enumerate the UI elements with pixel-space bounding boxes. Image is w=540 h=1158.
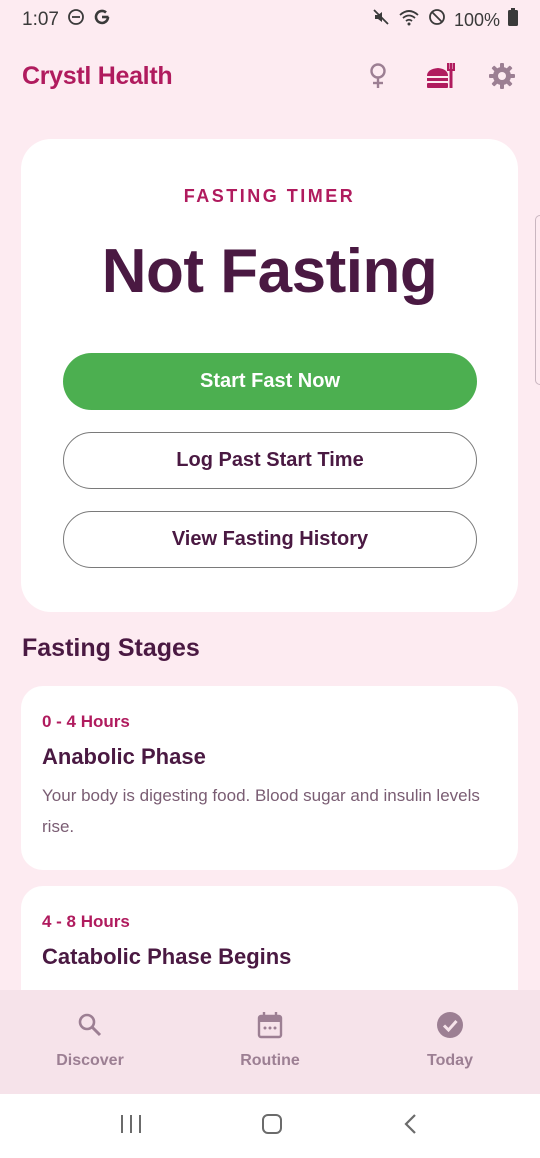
- google-icon: [93, 8, 111, 32]
- back-icon[interactable]: [401, 1112, 421, 1141]
- timer-label: FASTING TIMER: [183, 186, 356, 206]
- status-bar: 1:07 100%: [0, 0, 540, 40]
- app-header: Crystl Health: [0, 48, 540, 104]
- nav-today[interactable]: Today: [370, 1010, 530, 1070]
- log-past-start-button[interactable]: Log Past Start Time: [63, 432, 477, 489]
- search-icon: [75, 1010, 105, 1040]
- nav-label: Discover: [56, 1052, 124, 1069]
- status-left: 1:07: [22, 8, 111, 32]
- bottom-nav: Discover Routine Today: [0, 990, 540, 1094]
- fasting-status: Not Fasting: [101, 237, 438, 306]
- recent-apps-icon[interactable]: [119, 1113, 143, 1140]
- stage-description: Your body is digesting food. Blood sugar…: [42, 786, 480, 836]
- block-icon: [428, 8, 446, 32]
- status-time: 1:07: [22, 9, 59, 30]
- stage-hours: 0 - 4 Hours: [42, 712, 130, 731]
- view-history-button[interactable]: View Fasting History: [63, 511, 477, 568]
- start-fast-button[interactable]: Start Fast Now: [63, 353, 477, 410]
- stage-card[interactable]: 0 - 4 Hours Anabolic Phase Your body is …: [21, 686, 518, 870]
- fasting-icon[interactable]: [424, 60, 456, 92]
- nav-discover[interactable]: Discover: [10, 1010, 170, 1070]
- stages-section-title: Fasting Stages: [22, 634, 200, 662]
- nav-label: Routine: [240, 1052, 300, 1069]
- nav-routine[interactable]: Routine: [190, 1010, 350, 1070]
- nav-label: Today: [427, 1052, 473, 1069]
- stage-name: Catabolic Phase Begins: [42, 944, 292, 969]
- gear-icon[interactable]: [486, 60, 518, 92]
- calendar-icon: [255, 1010, 285, 1040]
- stage-name: Anabolic Phase: [42, 744, 206, 769]
- system-nav-bar: [0, 1094, 540, 1158]
- mute-icon: [372, 8, 390, 32]
- header-icons: [362, 60, 518, 92]
- female-icon[interactable]: [362, 60, 394, 92]
- status-right: 100%: [372, 8, 518, 32]
- app-title: Crystl Health: [22, 61, 173, 90]
- scroll-edge-handle[interactable]: [535, 215, 540, 385]
- battery-icon: [508, 8, 518, 32]
- home-icon[interactable]: [260, 1112, 284, 1141]
- check-circle-icon: [435, 1010, 465, 1040]
- battery-percent: 100%: [453, 9, 500, 30]
- wifi-icon: [398, 8, 420, 32]
- dnd-icon: [67, 8, 85, 32]
- stage-hours: 4 - 8 Hours: [42, 912, 130, 931]
